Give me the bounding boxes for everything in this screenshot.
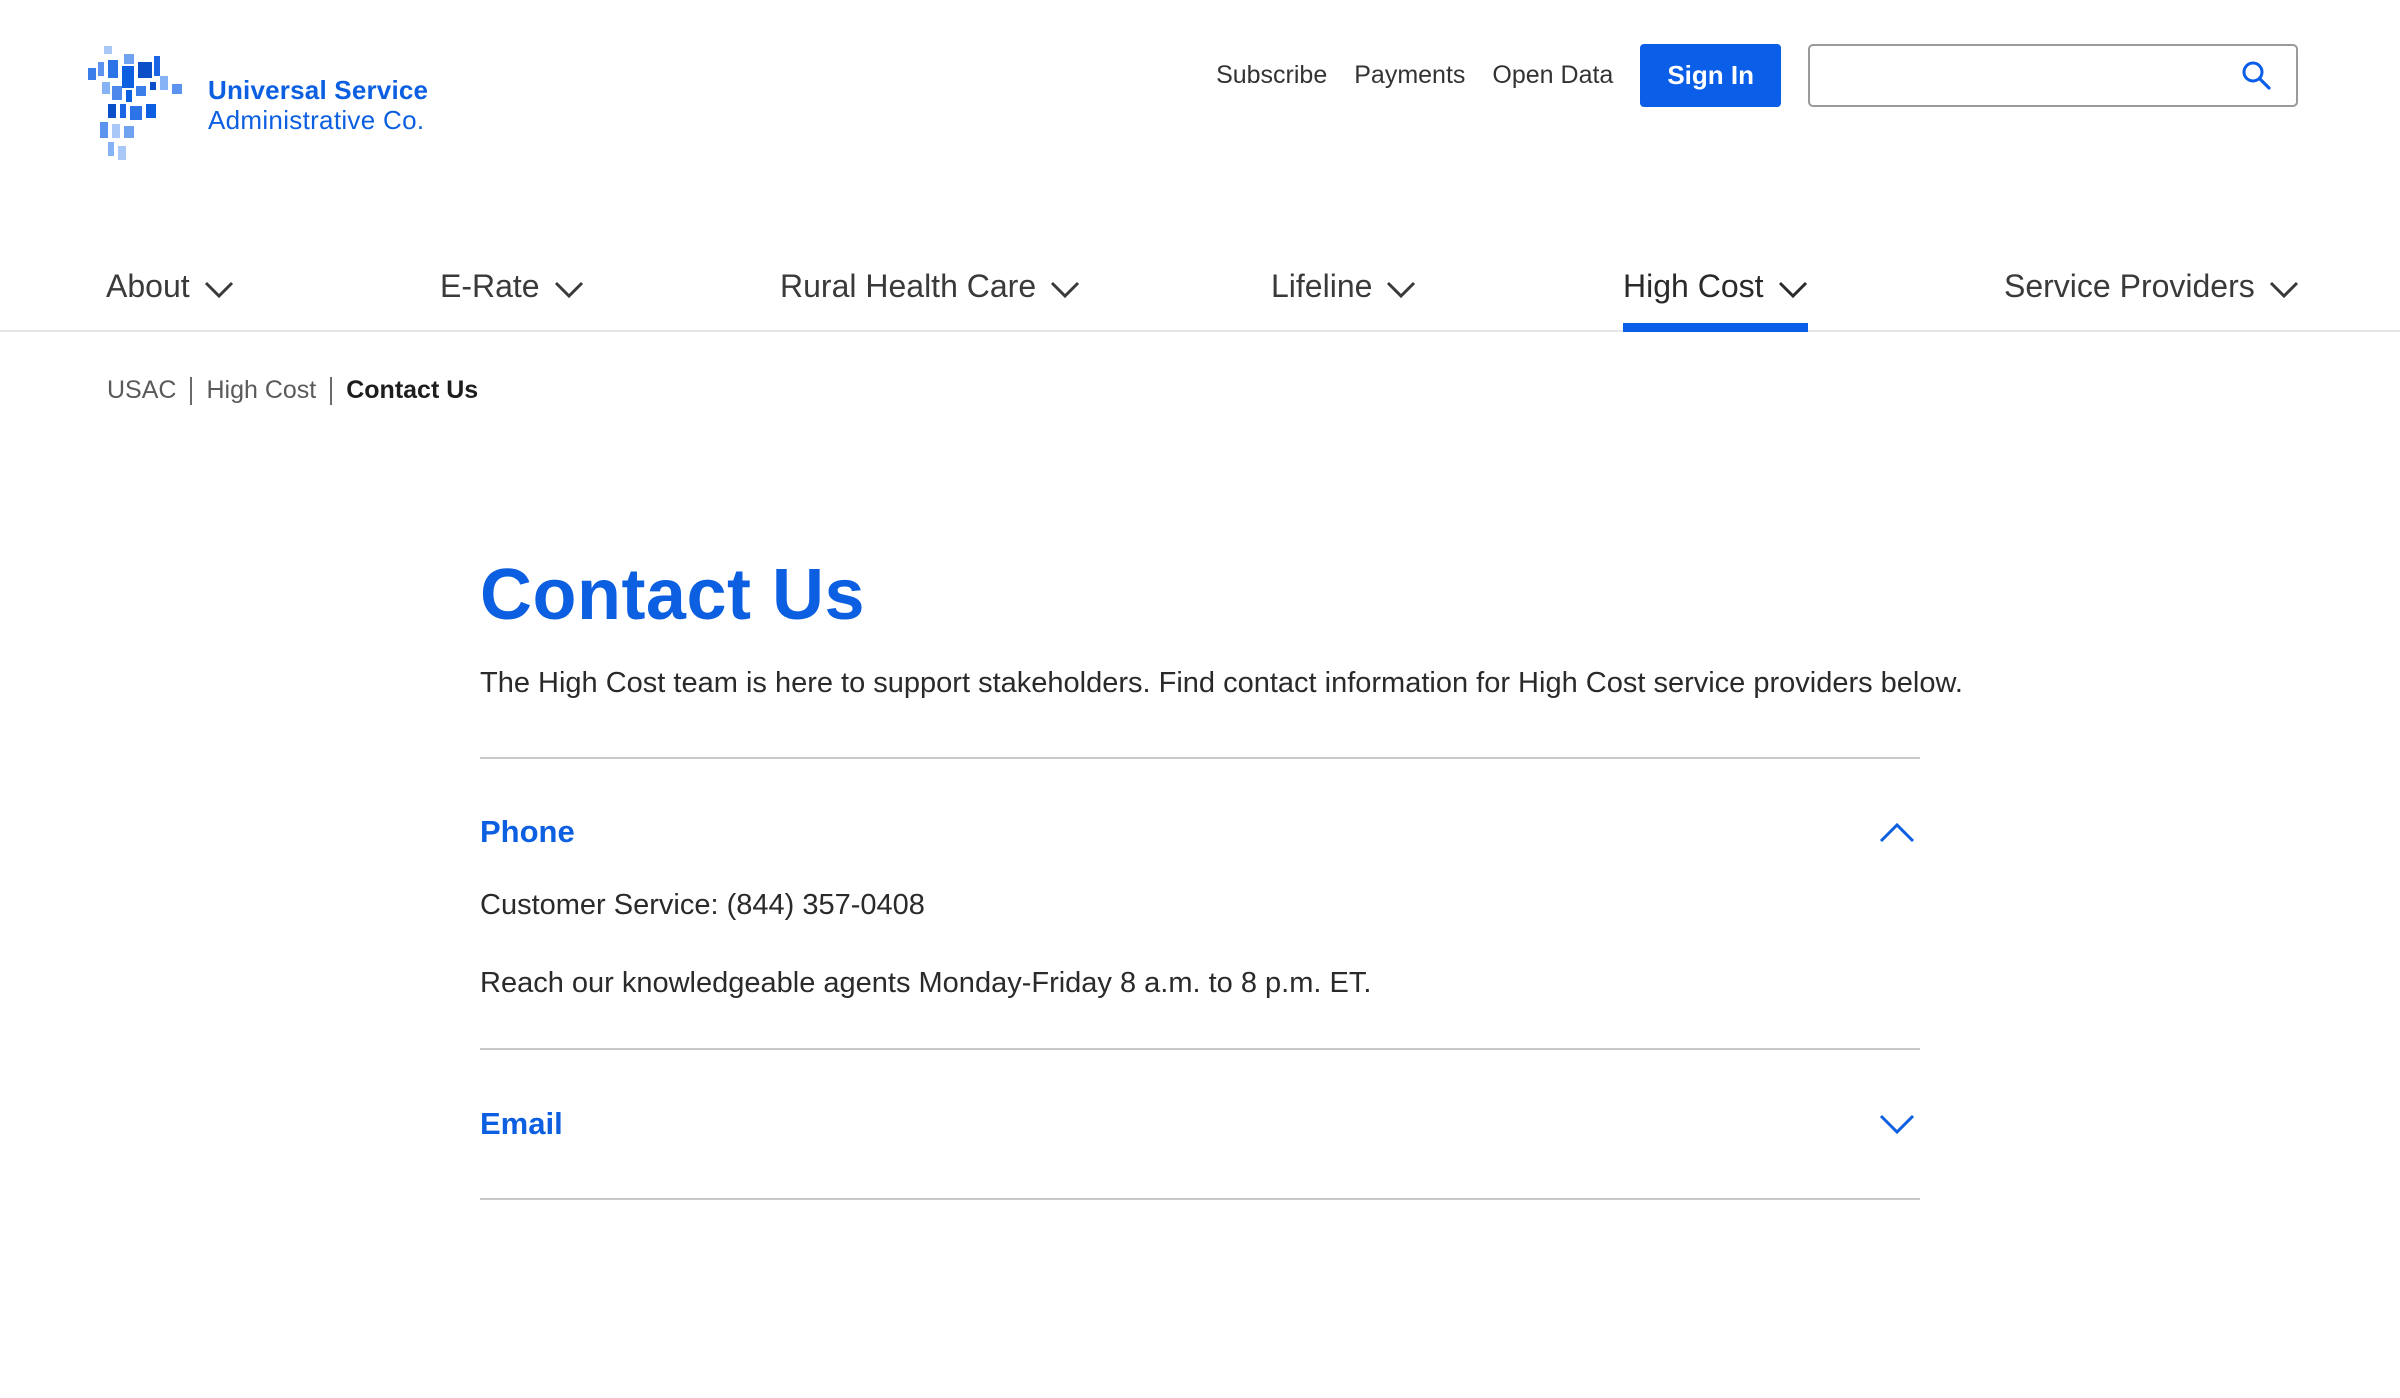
nav-item-lifeline[interactable]: Lifeline	[1271, 268, 1416, 330]
nav-item-label: Service Providers	[2004, 268, 2255, 304]
page: Universal Service Administrative Co. Sub…	[0, 0, 2400, 1398]
accordion-title: Email	[480, 1106, 563, 1142]
open-data-link[interactable]: Open Data	[1492, 61, 1613, 90]
nav-item-label: Lifeline	[1271, 268, 1373, 304]
breadcrumb-separator	[190, 376, 193, 405]
nav-item-service-providers[interactable]: Service Providers	[2004, 268, 2299, 330]
nav-item-about[interactable]: About	[106, 268, 234, 330]
chevron-down-icon	[2269, 281, 2298, 299]
active-nav-indicator	[1623, 323, 1808, 332]
accordion-body-phone: Customer Service: (844) 357-0408 Reach o…	[480, 887, 1920, 1048]
nav-item-high-cost[interactable]: High Cost	[1623, 268, 1808, 332]
accordion-title: Phone	[480, 813, 575, 849]
logo-wordmark: Universal Service Administrative Co.	[208, 75, 429, 136]
accordion-item-phone: Phone Customer Service: (844) 357-0408 R…	[480, 759, 1920, 1051]
intro-text: The High Cost team is here to support st…	[480, 667, 1963, 700]
support-hours: Reach our knowledgeable agents Monday-Fr…	[480, 966, 1372, 999]
accordion-header-phone[interactable]: Phone	[480, 759, 1920, 905]
payments-link[interactable]: Payments	[1354, 61, 1465, 90]
contact-accordion: Phone Customer Service: (844) 357-0408 R…	[480, 756, 1920, 1201]
usac-logo-icon	[88, 46, 182, 160]
nav-item-label: E-Rate	[440, 268, 540, 304]
breadcrumb-separator	[330, 376, 333, 405]
chevron-down-icon	[1778, 281, 1807, 299]
main-content: Contact Us The High Cost team is here to…	[480, 555, 1963, 1201]
logo-line-2: Administrative Co.	[208, 105, 425, 135]
utility-nav: Subscribe Payments Open Data Sign In	[1216, 43, 2298, 107]
search-input[interactable]	[1810, 45, 2296, 105]
logo-line-1: Universal Service	[208, 75, 429, 106]
usac-logo[interactable]: Universal Service Administrative Co.	[88, 46, 428, 166]
search-icon[interactable]	[2240, 59, 2272, 91]
main-nav: About E-Rate Rural Health Care Lifeline …	[0, 248, 2400, 332]
nav-item-label: High Cost	[1623, 268, 1764, 304]
customer-service-phone: Customer Service: (844) 357-0408	[480, 888, 925, 921]
subscribe-link[interactable]: Subscribe	[1216, 61, 1327, 90]
breadcrumb: USAC High Cost Contact Us	[107, 376, 478, 405]
chevron-down-icon	[1051, 281, 1080, 299]
search-box	[1808, 43, 2298, 107]
chevron-down-icon	[1879, 1115, 1915, 1135]
breadcrumb-current: Contact Us	[346, 376, 479, 404]
chevron-up-icon	[1879, 822, 1915, 842]
chevron-down-icon	[554, 281, 583, 299]
sign-in-button[interactable]: Sign In	[1640, 43, 1781, 107]
nav-item-e-rate[interactable]: E-Rate	[440, 268, 584, 330]
nav-item-label: About	[106, 268, 190, 304]
nav-item-label: Rural Health Care	[780, 268, 1037, 304]
breadcrumb-high-cost[interactable]: High Cost	[206, 376, 316, 405]
chevron-down-icon	[204, 281, 233, 299]
accordion-item-email: Email	[480, 1050, 1920, 1201]
nav-item-rural-health-care[interactable]: Rural Health Care	[780, 268, 1080, 330]
page-title: Contact Us	[480, 555, 866, 635]
accordion-header-email[interactable]: Email	[480, 1050, 1920, 1198]
chevron-down-icon	[1387, 281, 1416, 299]
breadcrumb-usac[interactable]: USAC	[107, 376, 176, 405]
